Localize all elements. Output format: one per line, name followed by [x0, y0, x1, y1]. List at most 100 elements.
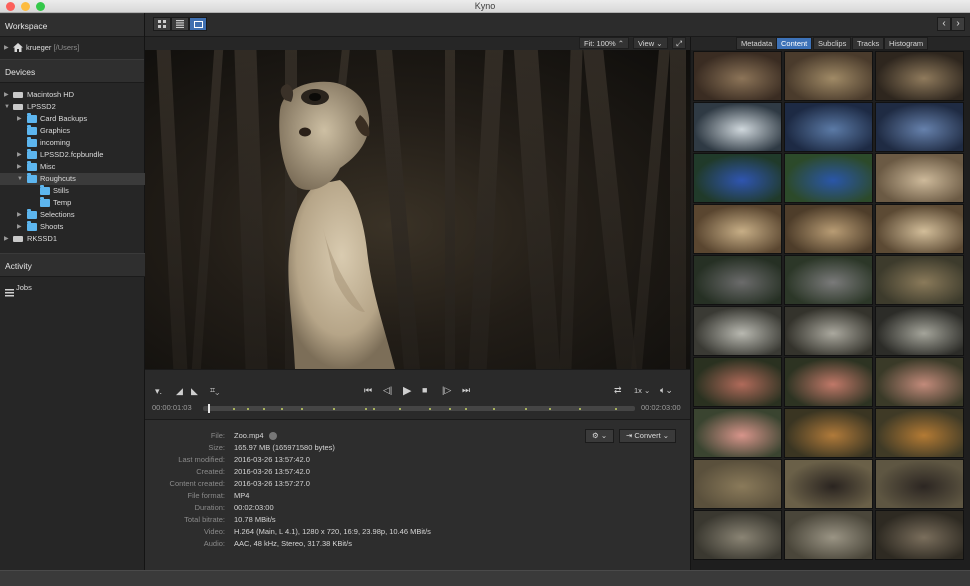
- folder-temp[interactable]: Temp: [0, 197, 145, 209]
- list-view-button[interactable]: [171, 17, 189, 31]
- content-thumbnail[interactable]: [784, 408, 873, 458]
- current-timecode: 00:00:01:03: [152, 403, 192, 412]
- convert-label: Convert: [634, 431, 661, 440]
- crop-icon[interactable]: ⌗⌄: [210, 385, 219, 396]
- tab-tracks[interactable]: Tracks: [852, 37, 885, 50]
- info-key: Duration:: [194, 503, 225, 512]
- content-thumbnail[interactable]: [784, 255, 873, 305]
- activity-header[interactable]: Activity: [0, 253, 145, 277]
- grid-view-button[interactable]: [153, 17, 171, 31]
- skip-end-icon[interactable]: ⏭: [462, 385, 470, 396]
- content-thumbnail[interactable]: [693, 102, 782, 152]
- content-thumbnail[interactable]: [784, 510, 873, 560]
- content-thumbnail[interactable]: [875, 102, 964, 152]
- reveal-file-icon[interactable]: [269, 432, 277, 440]
- content-thumbnail[interactable]: [875, 204, 964, 254]
- chevron-left-icon: ‹: [942, 18, 946, 29]
- timeline-scrubber[interactable]: [203, 404, 635, 413]
- mark-in-icon[interactable]: ▾.: [155, 386, 162, 397]
- tab-histogram[interactable]: Histogram: [884, 37, 929, 50]
- tab-subclips[interactable]: Subclips: [813, 37, 852, 50]
- info-value: 2016-03-26 13:57:42.0: [234, 455, 310, 464]
- folder-misc[interactable]: ▶ Misc: [0, 161, 145, 173]
- folder-stills[interactable]: Stills: [0, 185, 145, 197]
- info-value: 165.97 MB (165971580 bytes): [234, 443, 335, 452]
- player-view-button[interactable]: [189, 17, 207, 31]
- content-thumbnail[interactable]: [693, 357, 782, 407]
- content-thumbnail[interactable]: [693, 510, 782, 560]
- jobs-item[interactable]: Jobs: [0, 277, 145, 299]
- content-thumbnail[interactable]: [875, 510, 964, 560]
- play-button[interactable]: ▶: [403, 384, 411, 397]
- content-thumbnail[interactable]: [875, 153, 964, 203]
- speed-dropdown[interactable]: 1x ⌄: [634, 386, 650, 395]
- info-key: Video:: [203, 527, 225, 536]
- step-forward-icon[interactable]: |▷: [442, 385, 451, 396]
- content-thumbnail[interactable]: [875, 408, 964, 458]
- workspace-user: krueger: [26, 43, 52, 52]
- info-row: Created: 2016-03-26 13:57:42.0: [145, 466, 545, 478]
- content-thumbnail[interactable]: [875, 459, 964, 509]
- skip-start-icon[interactable]: ⏮: [364, 385, 372, 396]
- folder-lpssd2-fcpbundle[interactable]: ▶ LPSSD2.fcpbundle: [0, 149, 145, 161]
- content-thumbnail[interactable]: [693, 204, 782, 254]
- content-thumbnail[interactable]: [693, 51, 782, 101]
- info-row: File: Zoo.mp4: [145, 430, 545, 442]
- content-thumbnail[interactable]: [875, 306, 964, 356]
- view-dropdown[interactable]: View ⌄: [633, 37, 668, 49]
- content-thumbnail[interactable]: [875, 255, 964, 305]
- tab-content[interactable]: Content: [776, 37, 813, 50]
- info-key: Last modified:: [178, 455, 225, 464]
- content-thumbnail[interactable]: [784, 306, 873, 356]
- sidebar: Workspace ▶ krueger [/Users] Devices ▶ M…: [0, 13, 145, 570]
- folder-graphics[interactable]: Graphics: [0, 125, 145, 137]
- folder-icon: [40, 185, 50, 195]
- back-button[interactable]: ‹: [937, 17, 951, 31]
- device-rkssd1[interactable]: ▶ RKSSD1: [0, 233, 145, 245]
- tab-metadata[interactable]: Metadata: [736, 37, 778, 50]
- step-back-icon[interactable]: ◁|: [383, 385, 392, 396]
- content-thumbnail[interactable]: [693, 306, 782, 356]
- devices-header[interactable]: Devices: [0, 59, 144, 83]
- folder-roughcuts[interactable]: ▼ Roughcuts: [0, 173, 145, 185]
- playhead[interactable]: [208, 404, 211, 413]
- fit-dropdown[interactable]: Fit: 100% ⌃: [579, 37, 630, 49]
- content-thumbnail[interactable]: [875, 51, 964, 101]
- folder-label: LPSSD2.fcpbundle: [40, 150, 104, 159]
- mark-left-icon[interactable]: ◢: [176, 386, 183, 397]
- content-thumbnail[interactable]: [784, 102, 873, 152]
- fullscreen-button[interactable]: ⤢: [672, 37, 686, 49]
- workspace-header[interactable]: Workspace: [0, 13, 144, 37]
- content-thumbnail[interactable]: [693, 408, 782, 458]
- volume-icon[interactable]: 🔈︎⌄: [660, 385, 673, 396]
- content-thumbnail[interactable]: [875, 357, 964, 407]
- content-thumbnail[interactable]: [784, 51, 873, 101]
- folder-open-icon: [27, 173, 37, 183]
- device-macintosh-hd[interactable]: ▶ Macintosh HD: [0, 89, 145, 101]
- info-key: Audio:: [203, 539, 225, 548]
- list-icon: [176, 20, 184, 29]
- device-lpssd2[interactable]: ▼ LPSSD2: [0, 101, 145, 113]
- loop-icon[interactable]: ⇄: [614, 385, 622, 396]
- folder-card-backups[interactable]: ▶ Card Backups: [0, 113, 145, 125]
- content-thumbnail[interactable]: [784, 153, 873, 203]
- folder-selections[interactable]: ▶ Selections: [0, 209, 145, 221]
- content-thumbnail[interactable]: [784, 459, 873, 509]
- convert-button[interactable]: ⇥ Convert ⌄: [619, 429, 677, 443]
- stop-button[interactable]: ■: [422, 385, 427, 395]
- player-header: Fit: 100% ⌃ View ⌄ ⤢: [145, 37, 690, 50]
- content-thumbnail[interactable]: [693, 255, 782, 305]
- folder-shoots[interactable]: ▶ Shoots: [0, 221, 145, 233]
- content-thumbnail[interactable]: [693, 459, 782, 509]
- content-thumbnail[interactable]: [693, 153, 782, 203]
- mark-right-icon[interactable]: ◣: [191, 386, 198, 397]
- info-key: Total bitrate:: [184, 515, 225, 524]
- content-thumbnail[interactable]: [784, 357, 873, 407]
- content-thumbnail[interactable]: [784, 204, 873, 254]
- fit-label: Fit: 100%: [584, 39, 616, 48]
- video-preview[interactable]: [145, 50, 690, 369]
- workspace-item[interactable]: ▶ krueger [/Users]: [0, 42, 145, 54]
- folder-incoming[interactable]: incoming: [0, 137, 145, 149]
- forward-button[interactable]: ›: [951, 17, 965, 31]
- settings-dropdown[interactable]: ⚙ ⌄: [585, 429, 615, 443]
